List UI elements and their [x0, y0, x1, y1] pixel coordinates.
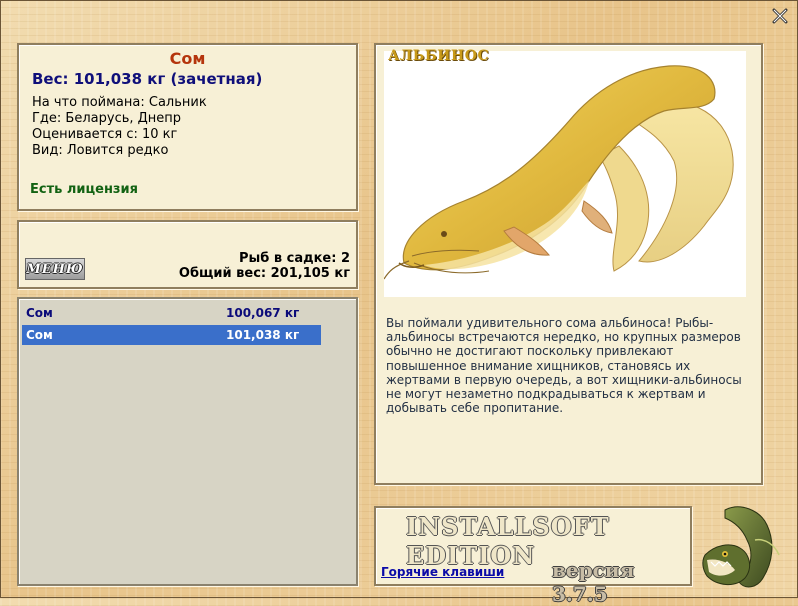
catch-list-item-selected[interactable]: Сом 101,038 кг: [22, 325, 321, 345]
fish-rated-from: Оценивается с: 10 кг: [32, 127, 178, 142]
fish-photo-panel: АЛЬБИНОС Вы поймали удивительного сома а…: [374, 43, 763, 485]
catfish-image: [383, 65, 734, 280]
pike-logo: [702, 506, 780, 588]
fish-weight: Вес: 101,038 кг (зачетная): [32, 70, 263, 88]
fish-species: Вид: Ловится редко: [32, 143, 169, 158]
fish-location: Где: Беларусь, Днепр: [32, 111, 182, 126]
albino-badge: АЛЬБИНОС: [388, 48, 490, 64]
menu-button[interactable]: МЕНЮ: [25, 258, 85, 280]
catch-item-weight: 100,067 кг: [226, 306, 300, 320]
catch-list-item[interactable]: Сом 100,067 кг: [22, 303, 321, 323]
fish-bait: На что поймана: Сальник: [32, 95, 207, 110]
cage-summary-panel: МЕНЮ Рыб в садке: 2 Общий вес: 201,105 к…: [17, 220, 358, 289]
close-icon: [772, 8, 788, 24]
version-label: версия 3.7.5: [552, 558, 635, 606]
fish-description: Вы поймали удивительного сома альбиноса!…: [386, 316, 742, 416]
fish-name: Сом: [169, 49, 206, 68]
close-button[interactable]: [770, 6, 790, 26]
cage-total-weight: Общий вес: 201,105 кг: [178, 266, 350, 281]
catch-list: Сом 100,067 кг Сом 101,038 кг: [17, 297, 358, 586]
photo-area: [383, 51, 746, 297]
catch-item-weight: 101,038 кг: [226, 328, 300, 342]
catch-item-name: Сом: [26, 328, 53, 342]
hotkeys-link[interactable]: Горячие клавиши: [381, 565, 504, 579]
catch-item-name: Сом: [26, 306, 53, 320]
menu-button-label: МЕНЮ: [26, 261, 84, 277]
fish-info-panel: Сом Вес: 101,038 кг (зачетная) На что по…: [17, 43, 358, 211]
license-status: Есть лицензия: [30, 182, 138, 197]
footer-panel: INSTALLSOFT EDITION Горячие клавиши верс…: [374, 506, 692, 606]
cage-fish-count: Рыб в садке: 2: [238, 251, 350, 266]
